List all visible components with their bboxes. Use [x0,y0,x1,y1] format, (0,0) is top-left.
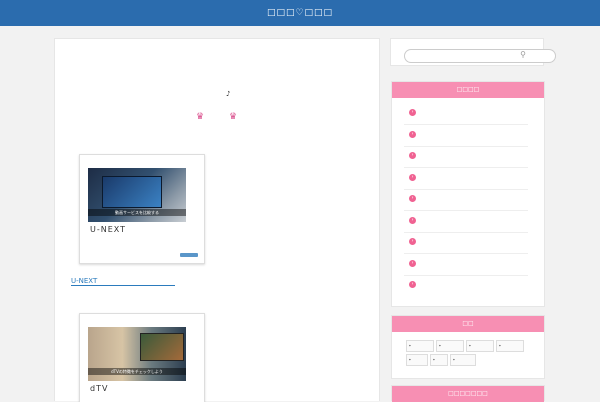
card-thumbnail[interactable]: 動画サービスを比較する [88,168,186,222]
card-title[interactable]: dTV [90,384,108,393]
chevron-right-icon: › [409,281,416,288]
search-icon[interactable]: ⚲ [518,50,528,60]
thumbnail-caption: dTVの特徴をチェックしよう [88,368,186,375]
chevron-right-icon: › [409,131,416,138]
chevron-right-icon: › [409,195,416,202]
thumbnail-caption: 動画サービスを比較する [88,209,186,216]
main-content: ♪ ♛ ♛ 動画サービスを比較する U-NEXT dTVの特徴をチェックしよう … [54,38,380,402]
card-more-button[interactable] [180,253,198,257]
chevron-right-icon: › [409,109,416,116]
site-title[interactable]: □□□♡□□□ [0,0,600,26]
chevron-right-icon: › [409,152,416,159]
list-item[interactable]: › [404,232,528,254]
music-note-icon: ♪ [226,90,231,98]
list-item[interactable]: › [404,125,528,147]
chevron-right-icon: › [409,174,416,181]
crown-icon: ♛ [228,112,238,122]
search-input[interactable] [404,49,556,63]
tag-item[interactable]: ⬩ [450,354,476,366]
chevron-right-icon: › [409,238,416,245]
widget-heading: □□ [392,316,544,332]
card-thumbnail[interactable]: dTVの特徴をチェックしよう [88,327,186,381]
site-header: □□□♡□□□ [0,0,600,26]
list-item[interactable]: › [404,211,528,233]
card-title[interactable]: U-NEXT [90,225,126,234]
third-widget: □□□□□□□ [391,385,545,402]
chevron-right-icon: › [409,217,416,224]
tag-item[interactable]: ⬩ [406,354,428,366]
tag-widget: □□ ⬩ ⬩ ⬩ ⬩ ⬩ ⬩ ⬩ [391,315,545,379]
list-item[interactable]: › [404,254,528,276]
category-widget: □□□□ › › › › › › › › › [391,81,545,307]
widget-heading: □□□□ [392,82,544,98]
tv-screen-image [140,333,184,361]
chevron-right-icon: › [409,260,416,267]
list-item[interactable]: › [404,168,528,190]
tag-item[interactable]: ⬩ [406,340,434,352]
tag-item[interactable]: ⬩ [496,340,524,352]
service-card-dtv[interactable]: dTVの特徴をチェックしよう dTV [79,313,205,402]
list-item[interactable]: › [404,189,528,211]
crown-icon: ♛ [195,112,205,122]
tag-item[interactable]: ⬩ [430,354,448,366]
tag-item[interactable]: ⬩ [466,340,494,352]
laptop-screen-image [102,176,162,208]
list-item[interactable]: › [404,146,528,168]
list-item[interactable]: › [404,275,528,296]
tag-item[interactable]: ⬩ [436,340,464,352]
unext-text-link[interactable]: U-NEXT [71,277,175,286]
service-card-unext[interactable]: 動画サービスを比較する U-NEXT [79,154,205,264]
list-item[interactable]: › [404,103,528,125]
